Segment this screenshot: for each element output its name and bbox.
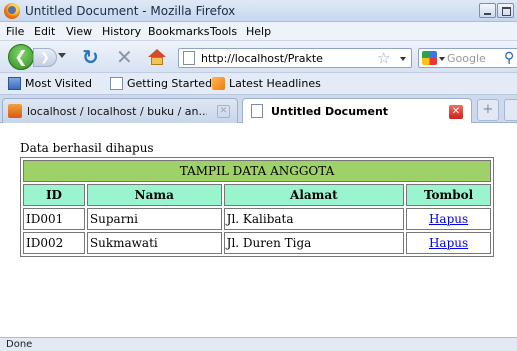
search-bar[interactable]: Google ⚲ [418, 48, 517, 68]
history-dropdown-icon[interactable] [58, 53, 66, 58]
menu-history[interactable]: History [102, 25, 141, 38]
bookmark-star-icon[interactable]: ☆ [377, 49, 390, 67]
forward-button[interactable]: ❯ [33, 48, 57, 67]
bookmark-label: Getting Started [127, 77, 213, 90]
menu-edit[interactable]: Edit [34, 25, 55, 38]
firefox-logo-icon [4, 3, 20, 19]
menu-view[interactable]: View [66, 25, 92, 38]
cell-id: ID001 [23, 208, 85, 230]
phpmyadmin-icon [8, 104, 22, 118]
maximize-button[interactable] [497, 3, 514, 18]
delete-link[interactable]: Hapus [429, 236, 468, 250]
status-text: Done [6, 339, 33, 350]
url-text[interactable]: http://localhost/Prakte [201, 52, 323, 65]
bookmark-getting-started[interactable]: Getting Started [110, 77, 212, 90]
most-visited-icon [8, 77, 21, 90]
column-header-nama: Nama [86, 184, 222, 206]
menu-tools[interactable]: Tools [210, 25, 237, 38]
column-header-tombol: Tombol [406, 184, 491, 206]
search-icon[interactable]: ⚲ [504, 50, 514, 66]
cell-action: Hapus [406, 232, 491, 254]
menu-bookmarks[interactable]: Bookmarks [148, 25, 209, 38]
column-header-alamat: Alamat [223, 184, 405, 206]
tab-phpmyadmin[interactable]: localhost / localhost / buku / an... ✕ [2, 98, 238, 123]
bookmark-label: Most Visited [25, 77, 92, 90]
page-icon [110, 77, 123, 90]
cell-alamat: Jl. Kalibata [223, 208, 405, 230]
tab-label: Untitled Document [271, 105, 389, 118]
search-engine-dropdown-icon[interactable] [439, 57, 445, 61]
tab-close-icon[interactable]: ✕ [217, 105, 230, 118]
cell-alamat: Jl. Duren Tiga [223, 232, 405, 254]
navigation-toolbar: ❮ ❯ ↻ ✕ http://localhost/Prakte ☆ Google… [0, 41, 517, 73]
window-title: Untitled Document - Mozilla Firefox [25, 4, 236, 18]
members-table: TAMPIL DATA ANGGOTA ID Nama Alamat Tombo… [20, 157, 494, 257]
menu-file[interactable]: File [6, 25, 24, 38]
cell-id: ID002 [23, 232, 85, 254]
status-bar: Done [0, 337, 517, 351]
page-icon [183, 51, 195, 65]
search-placeholder[interactable]: Google [447, 52, 486, 65]
tab-label: localhost / localhost / buku / an... [27, 105, 207, 118]
plus-icon: + [482, 102, 494, 117]
bookmark-latest-headlines[interactable]: Latest Headlines [212, 77, 321, 90]
arrow-right-icon: ❯ [40, 51, 50, 64]
menu-bar: File Edit View History Bookmarks Tools H… [0, 22, 517, 41]
new-tab-button[interactable]: + [477, 99, 499, 121]
bookmark-label: Latest Headlines [229, 77, 321, 90]
url-bar[interactable]: http://localhost/Prakte ☆ [178, 48, 412, 68]
cell-nama: Suparni [86, 208, 222, 230]
arrow-left-icon: ❮ [14, 47, 28, 66]
rss-icon [212, 77, 225, 90]
cell-action: Hapus [406, 208, 491, 230]
tab-untitled-document[interactable]: Untitled Document ✕ [242, 98, 472, 124]
table-row: ID001 Suparni Jl. Kalibata Hapus [23, 208, 491, 230]
tab-close-icon[interactable]: ✕ [449, 105, 463, 119]
bookmark-most-visited[interactable]: Most Visited [8, 77, 92, 90]
tab-list-button[interactable] [504, 99, 517, 121]
column-header-id: ID [23, 184, 85, 206]
reload-icon[interactable]: ↻ [82, 46, 99, 68]
search-engine-icon[interactable] [422, 51, 437, 65]
bookmarks-toolbar: Most Visited Getting Started Latest Head… [0, 73, 517, 95]
page-icon [251, 104, 263, 118]
tab-bar: localhost / localhost / buku / an... ✕ U… [0, 95, 517, 124]
window-titlebar[interactable]: Untitled Document - Mozilla Firefox [0, 0, 517, 22]
table-title: TAMPIL DATA ANGGOTA [23, 160, 491, 182]
home-icon[interactable] [148, 49, 166, 65]
menu-help[interactable]: Help [246, 25, 271, 38]
status-message: Data berhasil dihapus [20, 141, 154, 155]
url-dropdown-icon[interactable] [400, 57, 406, 61]
table-row: ID002 Sukmawati Jl. Duren Tiga Hapus [23, 232, 491, 254]
back-button[interactable]: ❮ [8, 44, 34, 70]
delete-link[interactable]: Hapus [429, 212, 468, 226]
cell-nama: Sukmawati [86, 232, 222, 254]
page-content: Data berhasil dihapus TAMPIL DATA ANGGOT… [0, 123, 517, 337]
minimize-button[interactable] [479, 3, 496, 18]
stop-icon[interactable]: ✕ [116, 46, 133, 68]
